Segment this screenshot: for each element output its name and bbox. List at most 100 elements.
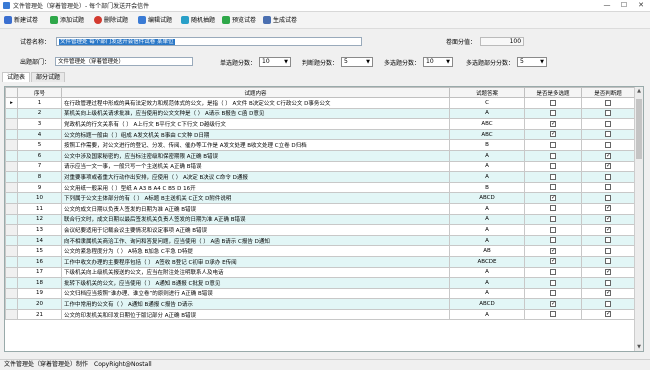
multi-checkbox[interactable]: [550, 300, 556, 307]
row-header[interactable]: [5, 160, 18, 173]
cell-no[interactable]: 4: [17, 128, 62, 141]
table-row[interactable]: 10 下列属于公文主体部分的有（ ） A标题 B主送机关 C正文 D附件说明 ABC…: [5, 192, 635, 204]
table-row[interactable]: 7 请示应当一文一事，一般只写一个主送机关 A正确 B错误 A: [5, 160, 635, 173]
judge-checkbox[interactable]: [605, 194, 611, 201]
cell-content[interactable]: 公文的印发机关和印发日期位于版记部分 A正确 B错误: [61, 308, 450, 321]
cell-no[interactable]: 17: [17, 266, 62, 279]
cell-judge[interactable]: [581, 298, 635, 310]
cell-multi[interactable]: [524, 266, 582, 279]
cell-multi[interactable]: [524, 181, 582, 194]
cell-answer[interactable]: B: [449, 181, 525, 194]
table-row[interactable]: 12 联合行文时，成文日期以最后签发机关负责人签发的日期为准 A正确 B错误 A: [5, 213, 635, 226]
cell-no[interactable]: 1: [17, 97, 62, 109]
judge-checkbox[interactable]: [605, 173, 611, 180]
cell-no[interactable]: 20: [17, 298, 62, 310]
cell-content[interactable]: 对重要事项或者重大行动作出安排，应使用（ ） A决定 B决议 C命令 D通报: [61, 171, 450, 183]
random-question-button[interactable]: 随机抽题: [181, 14, 215, 25]
multi-checkbox[interactable]: [550, 237, 556, 244]
cell-judge[interactable]: [581, 139, 635, 151]
table-row[interactable]: 14 向不相隶属机关商洽工作、询问和答复问题，应当使用（ ） A函 B请示 C报告…: [5, 234, 635, 247]
multi-checkbox[interactable]: [550, 173, 556, 180]
cell-answer[interactable]: A: [449, 234, 525, 247]
cell-answer[interactable]: A: [449, 171, 525, 183]
question-grid[interactable]: 序号 试题内容 试题答案 是否是多选题 是否判断题 ▸ 1 在行政管理过程中形成的具…: [4, 86, 644, 352]
table-row[interactable]: 8 对重要事项或者重大行动作出安排，应使用（ ） A决定 B决议 C命令 D通报 A: [5, 171, 635, 183]
multi-checkbox[interactable]: [550, 269, 556, 276]
cell-judge[interactable]: [581, 118, 635, 130]
cell-answer[interactable]: ABC: [449, 128, 525, 141]
row-header[interactable]: [5, 213, 18, 226]
row-header[interactable]: [5, 245, 18, 257]
cell-no[interactable]: 5: [17, 139, 62, 151]
cell-answer[interactable]: ABCDE: [449, 255, 525, 268]
row-header[interactable]: [5, 287, 18, 300]
cell-no[interactable]: 12: [17, 213, 62, 226]
cell-no[interactable]: 3: [17, 118, 62, 130]
table-row[interactable]: 17 下级机关向上级机关报送的公文，应当在附注处注明联系人及电话 A: [5, 266, 635, 279]
cell-content[interactable]: 下列属于公文主体部分的有（ ） A标题 B主送机关 C正文 D附件说明: [61, 192, 450, 204]
table-row[interactable]: 15 公文的紧急程度分为（ ） A特急 B加急 C平急 D特提 AB: [5, 245, 635, 257]
judge-checkbox[interactable]: [605, 152, 611, 159]
cell-answer[interactable]: A: [449, 149, 525, 162]
cell-content[interactable]: 会议纪要适用于记载会议主要情况和议定事项 A正确 B错误: [61, 224, 450, 236]
cell-content[interactable]: 请示应当一文一事，一般只写一个主送机关 A正确 B错误: [61, 160, 450, 173]
cell-answer[interactable]: ABCD: [449, 298, 525, 310]
cell-multi[interactable]: [524, 255, 582, 268]
cell-judge[interactable]: [581, 287, 635, 300]
cell-multi[interactable]: [524, 107, 582, 120]
cell-answer[interactable]: A: [449, 160, 525, 173]
table-row[interactable]: 19 公文归档应当按照“谁办理、谁立卷”的原则进行 A正确 B错误 A: [5, 287, 635, 300]
multi-checkbox[interactable]: [550, 290, 556, 297]
table-row[interactable]: 9 公文用纸一般采用（ ）型纸 A A3 B A4 C B5 D 16开 B: [5, 181, 635, 194]
column-header-answer[interactable]: 试题答案: [449, 87, 525, 98]
cell-no[interactable]: 16: [17, 255, 62, 268]
multi-checkbox[interactable]: [550, 110, 556, 117]
cell-judge[interactable]: [581, 181, 635, 194]
table-row[interactable]: 3 党政机关的行文关系有（ ） A上行文 B平行文 C下行文 D越级行文 ABC: [5, 118, 635, 130]
judge-checkbox[interactable]: [605, 226, 611, 233]
cell-multi[interactable]: [524, 287, 582, 300]
preview-exam-button[interactable]: 预览试卷: [222, 14, 256, 25]
cell-no[interactable]: 9: [17, 181, 62, 194]
cell-multi[interactable]: [524, 149, 582, 162]
cell-answer[interactable]: A: [449, 202, 525, 215]
table-row[interactable]: 11 公文的成文日期以负责人签发的日期为准 A正确 B错误 A: [5, 202, 635, 215]
cell-content[interactable]: 公文的成文日期以负责人签发的日期为准 A正确 B错误: [61, 202, 450, 215]
row-header[interactable]: [5, 277, 18, 289]
cell-answer[interactable]: C: [449, 97, 525, 109]
cell-multi[interactable]: [524, 139, 582, 151]
cell-judge[interactable]: [581, 149, 635, 162]
cell-multi[interactable]: [524, 298, 582, 310]
judge-checkbox[interactable]: [605, 300, 611, 307]
multi-checkbox[interactable]: [550, 152, 556, 159]
table-row[interactable]: 20 工作中常用的公文有（ ） A通知 B通报 C报告 D请示 ABCD: [5, 298, 635, 310]
multi-checkbox[interactable]: [550, 163, 556, 170]
cell-no[interactable]: 10: [17, 192, 62, 204]
judge-checkbox[interactable]: [605, 268, 611, 276]
row-header[interactable]: [5, 192, 18, 204]
column-header-multi[interactable]: 是否是多选题: [524, 87, 582, 98]
cell-content[interactable]: 公文归档应当按照“谁办理、谁立卷”的原则进行 A正确 B错误: [61, 287, 450, 300]
cell-content[interactable]: 公文中涉及国家秘密的，应当标注密级和保密期限 A正确 B错误: [61, 149, 450, 162]
cell-content[interactable]: 下级机关向上级机关报送的公文，应当在附注处注明联系人及电话: [61, 266, 450, 279]
row-header[interactable]: [5, 181, 18, 194]
cell-content[interactable]: 公文的紧急程度分为（ ） A特急 B加急 C平急 D特提: [61, 245, 450, 257]
add-question-button[interactable]: 添加试题: [50, 14, 84, 25]
tab-partial-questions[interactable]: 部分试题: [31, 72, 66, 82]
multi-checkbox[interactable]: [550, 194, 556, 201]
cell-content[interactable]: 公文用纸一般采用（ ）型纸 A A3 B A4 C B5 D 16开: [61, 181, 450, 194]
cell-content[interactable]: 工作中收文办理的主要程序包括（ ） A签收 B登记 C初审 D承办 E传阅: [61, 255, 450, 268]
cell-multi[interactable]: [524, 245, 582, 257]
judge-checkbox[interactable]: [605, 110, 611, 117]
cell-multi[interactable]: [524, 234, 582, 247]
cell-content[interactable]: 按照工作需要，对公文进行的登记、分发、传阅、催办等工作是 A发文处理 B收文处理…: [61, 139, 450, 151]
publisher-input[interactable]: 文件管理处（穿着管理处）: [55, 57, 194, 66]
judge-score-select[interactable]: 5 ▼: [341, 57, 374, 67]
row-header[interactable]: [5, 224, 18, 236]
single-score-select[interactable]: 10 ▼: [259, 57, 292, 67]
cell-answer[interactable]: A: [449, 213, 525, 226]
judge-checkbox[interactable]: [605, 99, 611, 106]
multi-checkbox[interactable]: [550, 311, 556, 318]
judge-checkbox[interactable]: [605, 204, 611, 212]
cell-multi[interactable]: [524, 277, 582, 289]
